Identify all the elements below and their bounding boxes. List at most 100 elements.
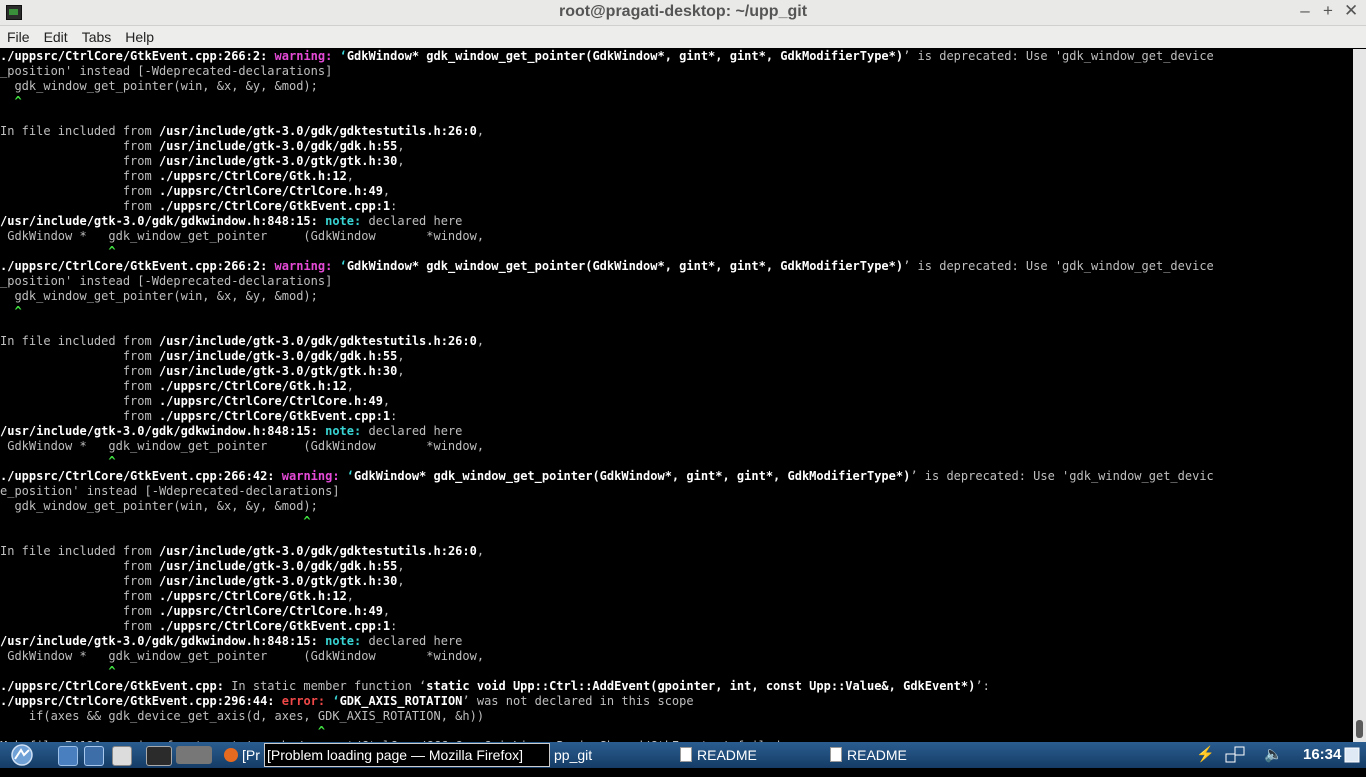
terminal-text-segment: ’ is deprecated: Use 'gdk_window_get_dev… [903, 259, 1214, 273]
terminal-line: ./uppsrc/CtrlCore/GtkEvent.cpp: In stati… [0, 679, 1353, 694]
terminal-task-button[interactable]: pp_git [550, 744, 670, 766]
close-button[interactable]: ✕ [1344, 1, 1358, 21]
terminal-text-segment: In static member function ‘ [231, 679, 427, 693]
terminal-text-segment: declared here [368, 634, 463, 648]
terminal-text-segment: ./uppsrc/CtrlCore/GtkEvent.cpp: [0, 679, 232, 693]
readme-task-button-2[interactable]: README [826, 744, 966, 766]
desktop-icon[interactable] [112, 746, 132, 766]
terminal-text-segment: static void Upp::Ctrl::AddEvent(gpointer… [426, 679, 976, 693]
terminal-text-segment: gdk_window_get_pointer(win, &x, &y, &mod… [0, 289, 318, 303]
firefox-task-button[interactable]: [Pr [220, 744, 264, 766]
terminal-text-segment: GdkWindow * gdk_window_get_pointer (GdkW… [0, 229, 485, 243]
terminal-text-segment: from [0, 154, 159, 168]
terminal-text-segment: from [0, 589, 159, 603]
minimize-button[interactable]: – [1298, 1, 1312, 21]
terminal-text-segment: if(axes && gdk_device_get_axis(d, axes, … [0, 709, 485, 723]
show-desktop-button[interactable] [1342, 742, 1362, 768]
terminal-text-segment: /usr/include/gtk-3.0/gdk/gdk.h:55 [158, 139, 398, 153]
terminal-line: /usr/include/gtk-3.0/gdk/gdkwindow.h:848… [0, 214, 1353, 229]
terminal-text-segment: ./uppsrc/CtrlCore/Gtk.h:12 [158, 379, 347, 393]
terminal-text-segment: ./uppsrc/CtrlCore/GtkEvent.cpp:1 [158, 409, 391, 423]
terminal-launcher-icon[interactable] [146, 746, 172, 766]
terminal-text-segment: ^ [0, 304, 22, 318]
terminal-text-segment: , [397, 139, 405, 153]
control-panel-icon[interactable] [84, 746, 104, 766]
terminal-line: from /usr/include/gtk-3.0/gtk/gtk.h:30, [0, 574, 1353, 589]
terminal-text-segment: ./uppsrc/CtrlCore/GtkEvent.cpp:296:44: [0, 694, 282, 708]
terminal-text-segment: ’ was not declared in this scope [462, 694, 694, 708]
menu-help[interactable]: Help [118, 26, 161, 48]
terminal-line: ^ [0, 514, 1353, 529]
power-icon[interactable]: ⚡ [1196, 742, 1215, 768]
terminal-text-segment: /usr/include/gtk-3.0/gdk/gdktestutils.h:… [158, 334, 477, 348]
terminal-text-segment: ’ is deprecated: Use 'gdk_window_get_dev… [903, 49, 1214, 63]
file-manager-icon[interactable] [58, 746, 78, 766]
terminal-line: In file included from /usr/include/gtk-3… [0, 124, 1353, 139]
terminal-text-segment: GdkWindow* gdk_window_get_pointer(GdkWin… [346, 259, 904, 273]
terminal-line: ./uppsrc/CtrlCore/GtkEvent.cpp:296:44: e… [0, 694, 1353, 709]
volume-icon[interactable]: 🔈 [1264, 742, 1283, 768]
taskbar: [Pr [Problem loading page — Mozilla Fire… [0, 742, 1366, 768]
terminal-text-segment: from [0, 379, 159, 393]
terminal-text-segment: ./uppsrc/CtrlCore/CtrlCore.h:49 [158, 604, 383, 618]
terminal-text-segment: ‘ [339, 49, 347, 63]
terminal-scrollbar[interactable] [1353, 49, 1366, 742]
terminal-line: ^ [0, 454, 1353, 469]
firefox-task-label: [Pr [242, 747, 260, 763]
terminal-line: from ./uppsrc/CtrlCore/GtkEvent.cpp:1: [0, 409, 1353, 424]
terminal-text-segment: /usr/include/gtk-3.0/gdk/gdktestutils.h:… [158, 124, 477, 138]
terminal-text-segment: ^ [0, 244, 116, 258]
terminal-line: from ./uppsrc/CtrlCore/GtkEvent.cpp:1: [0, 619, 1353, 634]
terminal-text-segment: ./uppsrc/CtrlCore/CtrlCore.h:49 [158, 394, 383, 408]
terminal-text-segment: , [476, 334, 485, 348]
terminal-text-segment: , [382, 604, 391, 618]
menu-file[interactable]: File [0, 26, 37, 48]
document-icon [830, 747, 842, 762]
terminal-text-segment: warning: [281, 469, 347, 483]
terminal-text-segment: , [397, 364, 405, 378]
terminal-line: GdkWindow * gdk_window_get_pointer (GdkW… [0, 229, 1353, 244]
workspace-switcher[interactable] [176, 746, 212, 764]
terminal-text-segment: , [476, 124, 485, 138]
window-titlebar[interactable]: root@pragati-desktop: ~/upp_git – + ✕ [0, 0, 1366, 26]
terminal-text-segment: /usr/include/gtk-3.0/gdk/gdkwindow.h:848… [0, 214, 326, 228]
terminal-text-segment: /usr/include/gtk-3.0/gdk/gdkwindow.h:848… [0, 634, 326, 648]
terminal-text-segment: GdkWindow * gdk_window_get_pointer (GdkW… [0, 649, 485, 663]
terminal-line: from ./uppsrc/CtrlCore/GtkEvent.cpp:1: [0, 199, 1353, 214]
start-menu-button[interactable] [2, 742, 42, 768]
terminal-line: gdk_window_get_pointer(win, &x, &y, &mod… [0, 499, 1353, 514]
menu-edit[interactable]: Edit [37, 26, 75, 48]
terminal-text-segment: from [0, 559, 159, 573]
terminal-line: ./uppsrc/CtrlCore/GtkEvent.cpp:266:2: wa… [0, 49, 1353, 64]
terminal-text-segment: ./uppsrc/CtrlCore/CtrlCore.h:49 [158, 184, 383, 198]
terminal-text-segment: ‘ [346, 469, 355, 483]
terminal-line: ./uppsrc/CtrlCore/GtkEvent.cpp:266:2: wa… [0, 259, 1353, 274]
terminal-text-segment: ./uppsrc/CtrlCore/GtkEvent.cpp:266:42: [0, 469, 282, 483]
network-icon[interactable] [1224, 742, 1246, 768]
terminal-text-segment: , [382, 394, 391, 408]
terminal-text-segment: /usr/include/gtk-3.0/gtk/gtk.h:30 [158, 574, 398, 588]
maximize-button[interactable]: + [1321, 1, 1335, 21]
readme-task-label-2: README [847, 747, 907, 763]
terminal-line: ^ [0, 664, 1353, 679]
terminal-text-segment: ^ [0, 94, 22, 108]
terminal-text-segment: ./uppsrc/CtrlCore/Gtk.h:12 [158, 589, 347, 603]
readme-task-button-1[interactable]: README [676, 744, 816, 766]
terminal-text-segment: from [0, 394, 159, 408]
terminal-line: GdkWindow * gdk_window_get_pointer (GdkW… [0, 439, 1353, 454]
terminal-text-segment: gdk_window_get_pointer(win, &x, &y, &mod… [0, 499, 318, 513]
terminal-text-segment: In file included from [0, 124, 159, 138]
terminal-text-segment: ^ [0, 724, 326, 738]
terminal-output[interactable]: ./uppsrc/CtrlCore/GtkEvent.cpp:266:2: wa… [0, 49, 1353, 742]
clock[interactable]: 16:34 [1303, 742, 1341, 768]
terminal-text-segment: warning: [274, 49, 340, 63]
terminal-text-segment: /usr/include/gtk-3.0/gdk/gdk.h:55 [158, 559, 398, 573]
terminal-text-segment: GDK_AXIS_ROTATION [339, 694, 463, 708]
terminal-text-segment: ^ [0, 514, 311, 528]
menu-tabs[interactable]: Tabs [75, 26, 119, 48]
terminal-text-segment: /usr/include/gtk-3.0/gdk/gdk.h:55 [158, 349, 398, 363]
terminal-line: from ./uppsrc/CtrlCore/CtrlCore.h:49, [0, 184, 1353, 199]
scrollbar-thumb[interactable] [1356, 720, 1363, 738]
